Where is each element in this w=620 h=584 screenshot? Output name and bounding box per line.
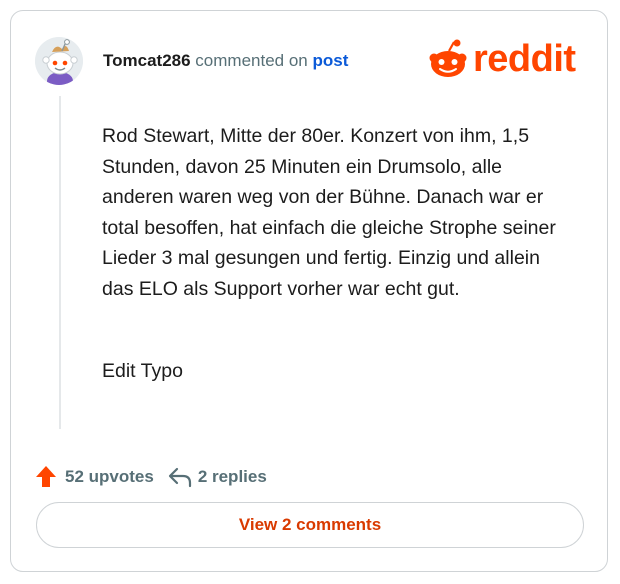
comment-header: Tomcat286 commented on post — [103, 51, 348, 71]
upvote-count: 52 upvotes — [65, 467, 154, 486]
user-avatar[interactable] — [35, 37, 83, 85]
reddit-logo[interactable]: reddit — [427, 39, 576, 79]
upvote-arrow-icon[interactable] — [35, 465, 57, 489]
post-link[interactable]: post — [312, 51, 348, 70]
reply-arrow-icon[interactable] — [168, 466, 192, 488]
comment-action-text: commented on — [195, 51, 308, 70]
reddit-wordmark: reddit — [473, 38, 576, 80]
comment-body: Rod Stewart, Mitte der 80er. Konzert von… — [102, 125, 556, 300]
reply-count: 2 replies — [197, 467, 267, 486]
snoo-avatar-icon — [35, 37, 83, 85]
comment-edit-note: Edit Typo — [102, 360, 183, 382]
view-comments-button[interactable]: View 2 comments — [36, 502, 584, 548]
username-link[interactable]: Tomcat286 — [103, 51, 191, 70]
thread-line — [59, 96, 61, 429]
reddit-snoo-icon — [429, 39, 467, 77]
comment-card: Tomcat286 commented on post reddit Rod S… — [10, 10, 608, 572]
comment-stats: 52 upvotes 2 replies — [35, 463, 267, 491]
